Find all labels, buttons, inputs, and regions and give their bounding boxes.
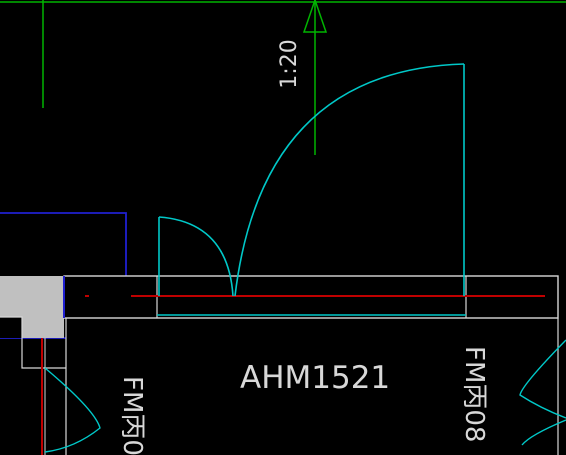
cad-drawing-viewport[interactable]: 1:20 AHM1521 FM丙0 FM丙08: [0, 0, 566, 455]
floor-plan: 1:20 AHM1521 FM丙0 FM丙08: [0, 0, 566, 455]
right-fire-door-label: FM丙08: [459, 346, 489, 442]
wall-outline: [0, 212, 127, 276]
door-swing-small: [158, 216, 234, 297]
left-fire-door-label: FM丙0: [117, 376, 147, 455]
left-fire-door: [41, 338, 101, 455]
scale-label: 1:20: [277, 39, 302, 88]
door-frame: [63, 275, 559, 319]
section-arrow-icon: [302, 0, 328, 155]
right-fire-door: [519, 339, 566, 446]
door-swing-large: [234, 63, 465, 297]
door-tag-label: AHM1521: [240, 360, 390, 396]
wall-block-notch: [0, 317, 22, 338]
